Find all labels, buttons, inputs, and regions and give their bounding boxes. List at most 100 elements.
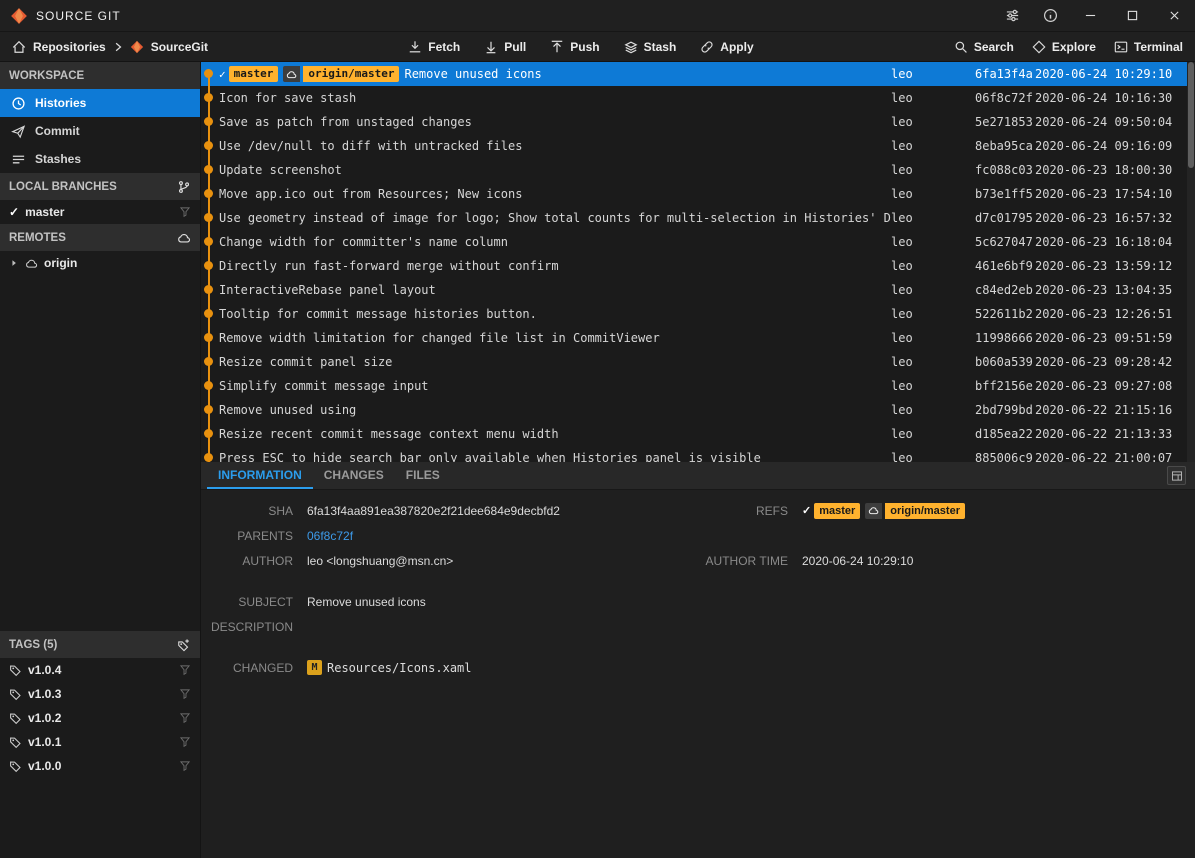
commit-sha: 11998666 [975, 331, 1033, 345]
commit-row[interactable]: Change width for committer's name column… [201, 230, 1195, 254]
tag-label: v1.0.2 [28, 711, 62, 725]
preferences-button[interactable] [993, 0, 1031, 31]
commit-row[interactable]: Remove width limitation for changed file… [201, 326, 1195, 350]
chevron-right-icon [113, 42, 123, 52]
filter-icon[interactable] [179, 760, 191, 772]
fetch-icon [408, 40, 422, 54]
sidebar-item-tag[interactable]: v1.0.0 [0, 754, 200, 778]
terminal-button[interactable]: Terminal [1114, 40, 1183, 54]
commit-row[interactable]: Press ESC to hide search bar only availa… [201, 446, 1195, 462]
commit-subject-text: Resize commit panel size [219, 355, 393, 369]
sidebar-item-branch-master[interactable]: ✓ master [0, 200, 200, 224]
fetch-button[interactable]: Fetch [408, 40, 460, 54]
stash-button[interactable]: Stash [624, 40, 676, 54]
search-button[interactable]: Search [954, 40, 1014, 54]
filter-icon[interactable] [179, 712, 191, 724]
apply-button[interactable]: Apply [700, 40, 754, 54]
filter-icon[interactable] [179, 664, 191, 676]
commit-row[interactable]: Icon for save stash leo 06f8c72f 2020-06-24… [201, 86, 1195, 110]
sidebar-item-tag[interactable]: v1.0.1 [0, 730, 200, 754]
maximize-button[interactable] [1111, 0, 1153, 31]
commit-subject-text: Tooltip for commit message histories but… [219, 307, 537, 321]
commit-row[interactable]: Update screenshot leo fc088c03 2020-06-23 1… [201, 158, 1195, 182]
commit-row[interactable]: Use geometry instead of image for logo; … [201, 206, 1195, 230]
sidebar-item-stashes[interactable]: Stashes [0, 145, 200, 173]
commit-sha: d7c01795 [975, 211, 1033, 225]
changed-file-path[interactable]: Resources/Icons.xaml [327, 661, 472, 675]
home-icon[interactable] [12, 40, 26, 54]
commit-subject: Resize recent commit message context men… [217, 427, 891, 441]
commit-graph [201, 134, 217, 158]
sidebar-item-tag[interactable]: v1.0.2 [0, 706, 200, 730]
commit-graph [201, 446, 217, 462]
app-logo-icon [10, 7, 28, 25]
commit-author: leo [891, 355, 913, 369]
close-button[interactable] [1153, 0, 1195, 31]
commit-row[interactable]: Tooltip for commit message histories but… [201, 302, 1195, 326]
commit-sha: 522611b2 [975, 307, 1033, 321]
commit-row[interactable]: Move app.ico out from Resources; New ico… [201, 182, 1195, 206]
breadcrumb-repositories[interactable]: Repositories [33, 40, 106, 54]
cloud-icon [177, 231, 191, 245]
tab-changes[interactable]: CHANGES [313, 462, 395, 489]
scrollbar-thumb[interactable] [1188, 62, 1194, 168]
commit-node-icon [204, 189, 213, 198]
commit-graph [201, 302, 217, 326]
commit-subject-text: Resize recent commit message context men… [219, 427, 559, 441]
commit-row[interactable]: Simplify commit message input leo bff2156e… [201, 374, 1195, 398]
explore-button[interactable]: Explore [1032, 40, 1096, 54]
sidebar-item-remote-origin[interactable]: origin [0, 251, 200, 275]
explore-label: Explore [1051, 39, 1096, 54]
search-label: Search [973, 39, 1014, 54]
author-label: AUTHOR [242, 553, 293, 568]
sidebar-item-tag[interactable]: v1.0.3 [0, 682, 200, 706]
filter-icon[interactable] [179, 688, 191, 700]
commit-row[interactable]: Resize commit panel size leo b060a539 2020-… [201, 350, 1195, 374]
commit-row[interactable]: Directly run fast-forward merge without … [201, 254, 1195, 278]
layout-toggle-icon[interactable] [1167, 466, 1186, 485]
expander-icon[interactable] [9, 258, 19, 268]
commit-row[interactable]: Use /dev/null to diff with untracked fil… [201, 134, 1195, 158]
commit-row[interactable]: ✓ master origin/master Remove unused icons l… [201, 62, 1195, 86]
sidebar-item-histories[interactable]: Histories [0, 89, 200, 117]
minimize-button[interactable] [1069, 0, 1111, 31]
toolbar-right-actions: Search Explore Terminal [954, 40, 1183, 54]
sidebar-item-commit[interactable]: Commit [0, 117, 200, 145]
commit-author: leo [891, 307, 913, 321]
check-icon: ✓ [9, 205, 20, 219]
filter-icon[interactable] [179, 736, 191, 748]
commit-subject-text: Use geometry instead of image for logo; … [219, 211, 891, 225]
commit-row[interactable]: Save as patch from unstaged changes leo 5e… [201, 110, 1195, 134]
local-branches-header[interactable]: LOCAL BRANCHES [0, 173, 200, 200]
breadcrumb-repo[interactable]: SourceGit [151, 40, 208, 54]
commit-node-icon [204, 213, 213, 222]
commit-author: leo [891, 91, 913, 105]
parent-sha-link[interactable]: 06f8c72f [307, 529, 353, 543]
sidebar-item-tag[interactable]: v1.0.4 [0, 658, 200, 682]
commit-row[interactable]: Resize recent commit message context men… [201, 422, 1195, 446]
pull-button[interactable]: Pull [484, 40, 526, 54]
scrollbar[interactable] [1187, 62, 1195, 462]
commit-subject-text: Icon for save stash [219, 91, 357, 105]
subject-label: SUBJECT [238, 594, 293, 609]
sidebar-empty-space [0, 275, 200, 631]
commit-row[interactable]: InteractiveRebase panel layout leo c84ed2e… [201, 278, 1195, 302]
ref-name: master [228, 66, 279, 82]
commit-time: 2020-06-23 09:28:42 [1035, 355, 1173, 369]
ref-badge: ✓ master [802, 502, 861, 519]
tags-header[interactable]: TAGS (5) [0, 631, 200, 658]
tab-information[interactable]: INFORMATION [207, 462, 313, 489]
commit-subject-text: Remove width limitation for changed file… [219, 331, 660, 345]
tab-files[interactable]: FILES [395, 462, 451, 489]
branch-label: master [25, 205, 65, 219]
push-button[interactable]: Push [550, 40, 600, 54]
remotes-header[interactable]: REMOTES [0, 224, 200, 251]
filter-icon[interactable] [179, 206, 191, 218]
commit-node-icon [204, 357, 213, 366]
workspace-header[interactable]: WORKSPACE [0, 62, 200, 89]
add-tag-icon[interactable] [177, 638, 191, 652]
about-button[interactable] [1031, 0, 1069, 31]
commit-graph [201, 326, 217, 350]
commit-author: leo [891, 139, 913, 153]
commit-row[interactable]: Remove unused using leo 2bd799bd 2020-06-22… [201, 398, 1195, 422]
